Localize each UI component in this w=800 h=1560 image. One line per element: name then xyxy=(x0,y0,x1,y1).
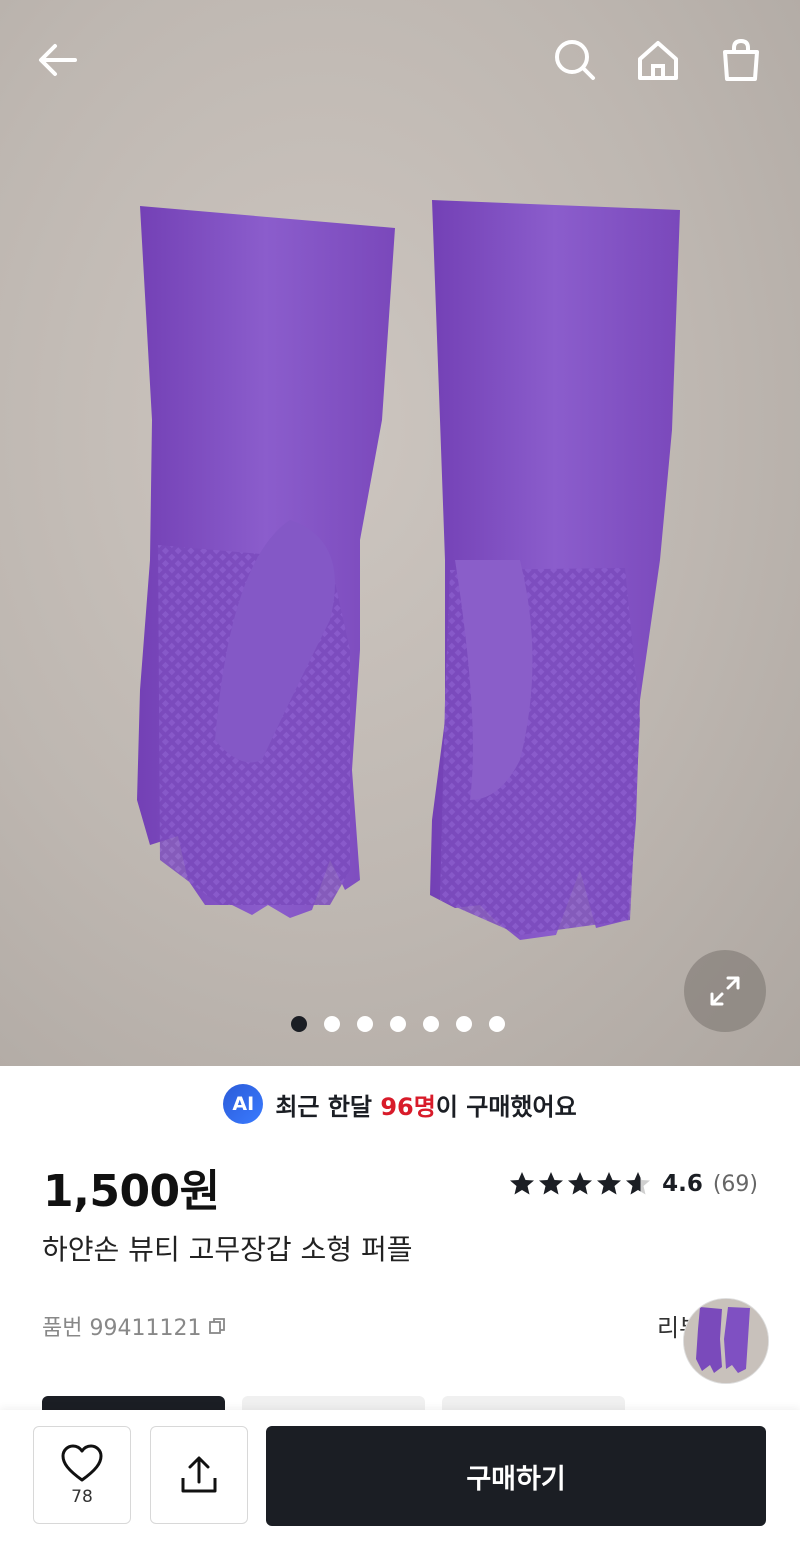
rating-stars xyxy=(508,1170,652,1198)
review-count: (69) xyxy=(712,1171,758,1197)
product-sku[interactable]: 품번 99411121 xyxy=(42,1310,227,1342)
review-photo-image xyxy=(684,1299,768,1383)
rating-score: 4.6 xyxy=(662,1171,703,1197)
gallery-dot[interactable] xyxy=(456,1016,472,1032)
gallery-dot[interactable] xyxy=(489,1016,505,1032)
shopping-bag-icon xyxy=(723,38,759,81)
like-count: 78 xyxy=(71,1487,93,1507)
share-button[interactable] xyxy=(150,1426,248,1524)
review-photo-thumbnail[interactable] xyxy=(683,1298,769,1384)
product-name: 하얀손 뷰티 고무장갑 소형 퍼플 xyxy=(42,1233,413,1266)
gallery-dot[interactable] xyxy=(357,1016,373,1032)
heart-icon xyxy=(61,1444,103,1482)
gallery-dot[interactable] xyxy=(324,1016,340,1032)
ai-notice-suffix: 이 구매했어요 xyxy=(435,1092,577,1121)
share-icon xyxy=(181,1456,217,1493)
search-icon xyxy=(555,40,595,80)
arrow-left-icon xyxy=(39,44,77,76)
ai-notice-text: 최근 한달 96명이 구매했어요 xyxy=(275,1087,576,1122)
home-icon xyxy=(638,41,678,80)
product-image-gallery[interactable] xyxy=(0,0,800,1066)
gallery-dot[interactable] xyxy=(291,1016,307,1032)
ai-notice-prefix: 최근 한달 xyxy=(275,1092,381,1121)
gallery-dot[interactable] xyxy=(390,1016,406,1032)
copy-icon xyxy=(209,1318,226,1334)
cart-button[interactable] xyxy=(711,30,771,90)
product-image xyxy=(137,200,680,940)
star-icon xyxy=(626,1172,651,1195)
back-button[interactable] xyxy=(28,30,88,90)
ai-notice-highlight: 96명 xyxy=(380,1092,436,1121)
bottom-action-bar: 78 구매하기 xyxy=(0,1410,800,1560)
home-button[interactable] xyxy=(628,30,688,90)
gallery-dot[interactable] xyxy=(423,1016,439,1032)
product-price: 1,500원 xyxy=(43,1166,220,1217)
like-button[interactable]: 78 xyxy=(33,1426,131,1524)
ai-purchase-notice: AI 최근 한달 96명이 구매했어요 xyxy=(0,1083,800,1125)
gallery-pagination xyxy=(291,1016,505,1032)
expand-image-button[interactable] xyxy=(684,950,766,1032)
star-icon xyxy=(597,1172,622,1195)
star-icon xyxy=(510,1172,535,1195)
product-rating[interactable]: 4.6 (69) xyxy=(508,1170,758,1198)
expand-icon xyxy=(710,976,740,1006)
sku-text: 품번 99411121 xyxy=(42,1316,202,1341)
ai-badge: AI xyxy=(223,1084,264,1124)
star-icon xyxy=(568,1172,593,1195)
buy-button[interactable]: 구매하기 xyxy=(266,1426,766,1526)
search-button[interactable] xyxy=(545,30,605,90)
star-icon xyxy=(539,1172,564,1195)
